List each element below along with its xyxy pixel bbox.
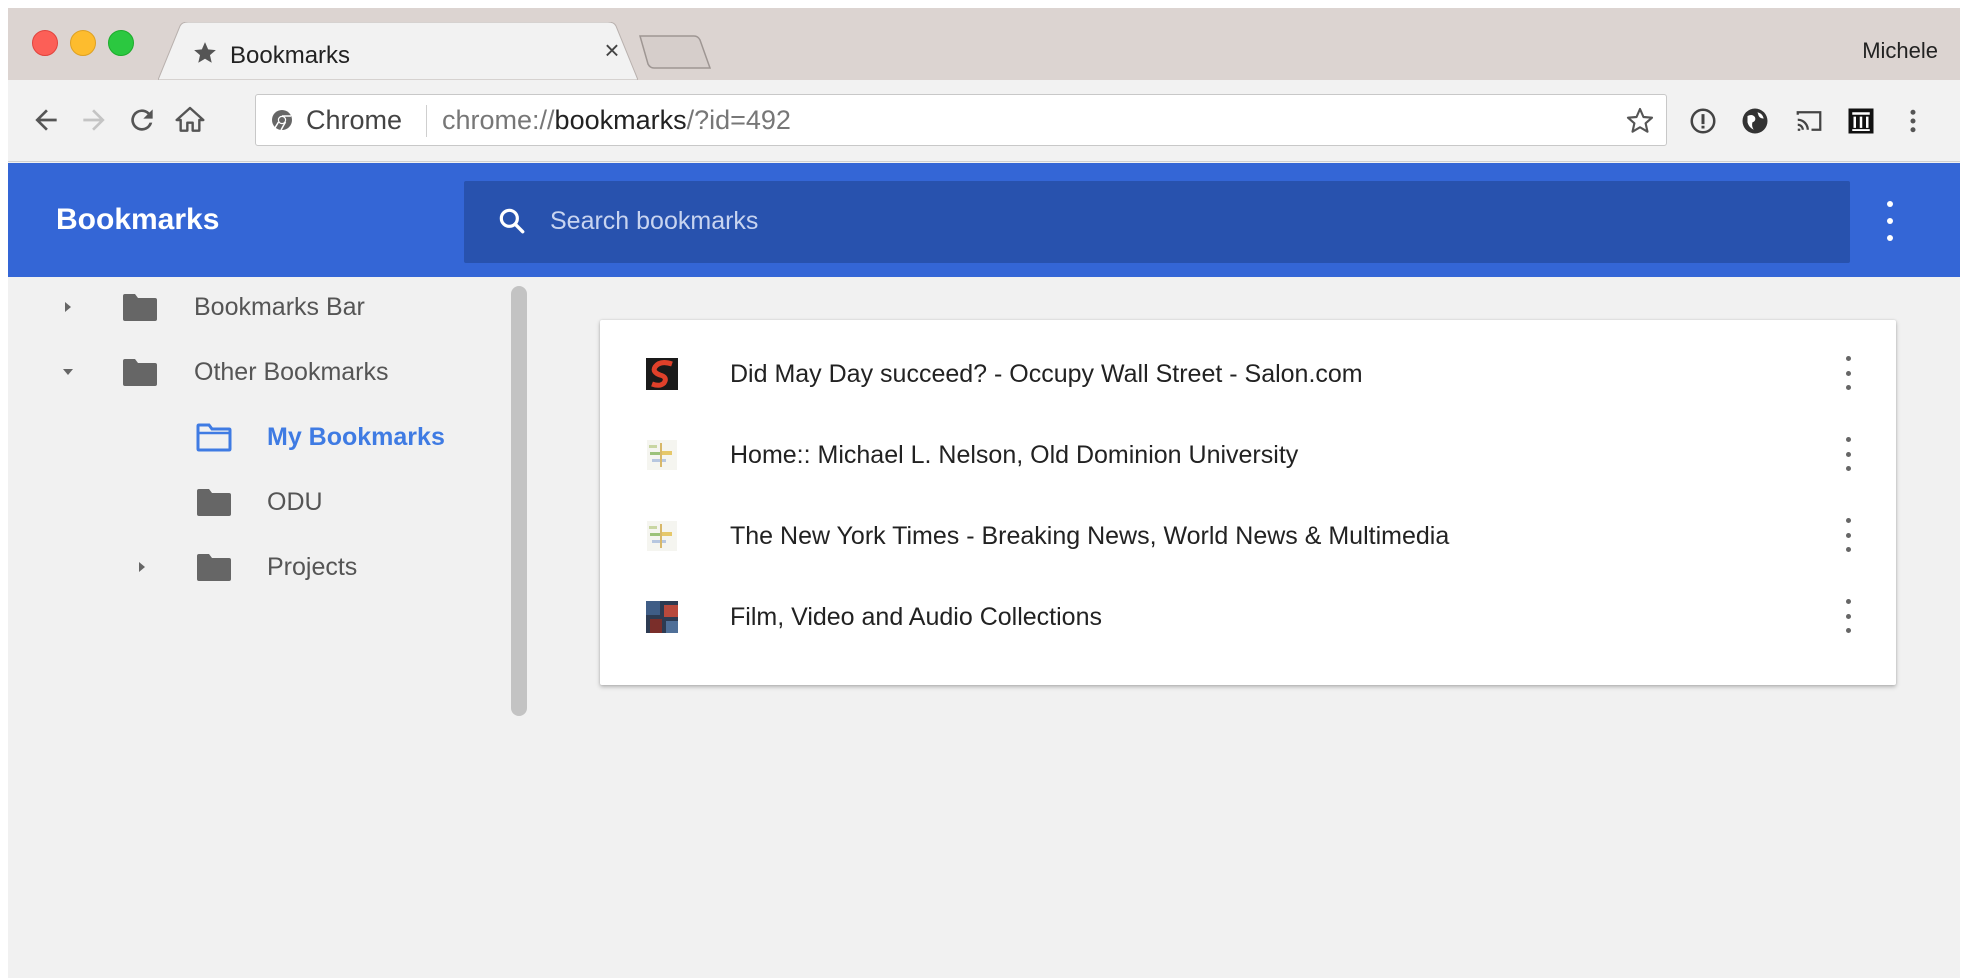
star-icon [194,42,216,63]
close-window-button[interactable] [32,30,58,56]
bookmark-title[interactable]: Did May Day succeed? - Occupy Wall Stree… [730,360,1363,389]
bookmark-menu-button[interactable] [1836,437,1860,471]
tree-item-my-bookmarks[interactable]: My Bookmarks [8,407,508,467]
bookmark-title[interactable]: The New York Times - Breaking News, Worl… [730,522,1449,551]
menu-dot [1845,466,1851,471]
bookmark-row[interactable]: Home:: Michael L. Nelson, Old Dominion U… [600,411,1896,492]
globe-extension-icon [1742,108,1768,134]
search-icon [499,208,525,234]
expand-right-icon[interactable] [134,559,150,575]
cast-icon [1796,111,1822,131]
info-extension-button[interactable] [1684,102,1722,140]
url-host: bookmarks [554,105,687,135]
salon-favicon-icon [646,358,678,390]
address-bar[interactable]: Chrome chrome://bookmarks/?id=492 [255,94,1667,146]
address-chip-label: Chrome [306,105,403,135]
home-icon [175,106,205,132]
browser-menu-button[interactable] [1894,102,1932,140]
folder-icon [197,489,231,516]
search-input[interactable] [550,199,1810,243]
url-scheme: chrome:// [442,105,555,135]
generic-page-favicon-icon [647,521,677,551]
menu-dot [1845,437,1851,442]
menu-dot [1887,201,1893,207]
tree-item-odu[interactable]: ODU [8,472,508,532]
tree-item-label: My Bookmarks [267,423,445,451]
folder-icon [197,554,231,581]
menu-dot [1845,385,1851,390]
folder-open-icon [196,423,232,452]
info-extension-icon [1690,108,1716,134]
arrow-left-icon [35,109,57,131]
bookmark-menu-button[interactable] [1836,518,1860,552]
bookmark-title[interactable]: Home:: Michael L. Nelson, Old Dominion U… [730,441,1298,470]
generic-page-favicon-icon [647,440,677,470]
bookmark-list: Did May Day succeed? - Occupy Wall Stree… [600,320,1896,685]
tree-item-label: Other Bookmarks [194,358,389,386]
new-tab-button[interactable] [638,32,712,72]
menu-dot [1845,518,1851,523]
reload-icon [131,109,153,131]
tree-item-label: Bookmarks Bar [194,293,365,321]
bookmark-star-icon[interactable] [1624,105,1656,137]
address-separator [426,105,427,137]
archive-collection-favicon-icon [646,601,678,633]
menu-dot [1845,599,1851,604]
app-menu-button[interactable] [1878,201,1902,241]
menu-dot [1887,235,1893,241]
tree-item-bookmarks-bar[interactable]: Bookmarks Bar [8,277,508,337]
folder-icon [123,294,157,321]
menu-dot [1845,451,1851,457]
bookmark-row[interactable]: Film, Video and Audio Collections [600,573,1896,654]
bookmark-row[interactable]: Did May Day succeed? - Occupy Wall Stree… [600,330,1896,411]
back-button[interactable] [26,100,66,140]
tab-close-icon[interactable]: × [598,36,626,64]
menu-dot [1845,356,1851,361]
title-bar: Bookmarks × Michele [8,8,1960,80]
cast-button[interactable] [1790,102,1828,140]
folder-tree: Bookmarks Bar Other Bookmarks My Bookmar… [8,277,528,717]
expand-down-icon[interactable] [60,364,76,380]
menu-dot [1845,370,1851,376]
chrome-logo-icon [272,110,292,131]
browser-toolbar: Chrome chrome://bookmarks/?id=492 [8,80,1960,162]
maximize-window-button[interactable] [108,30,134,56]
globe-extension-button[interactable] [1736,102,1774,140]
address-url[interactable]: chrome://bookmarks/?id=492 [442,105,791,136]
menu-dot [1845,547,1851,552]
more-vert-icon [1910,109,1916,133]
archive-extension-icon [1848,108,1874,134]
expand-right-icon[interactable] [60,299,76,315]
tab-title: Bookmarks [230,42,351,69]
minimize-window-button[interactable] [70,30,96,56]
bookmark-menu-button[interactable] [1836,599,1860,633]
tree-item-projects[interactable]: Projects [8,537,508,597]
tree-item-other-bookmarks[interactable]: Other Bookmarks [8,342,508,402]
menu-dot [1887,218,1893,224]
bookmark-row[interactable]: The New York Times - Breaking News, Worl… [600,492,1896,573]
bookmark-menu-button[interactable] [1836,356,1860,390]
folder-icon [123,359,157,386]
tree-item-label: ODU [267,488,323,516]
archive-extension-button[interactable] [1842,102,1880,140]
bookmark-title[interactable]: Film, Video and Audio Collections [730,603,1102,632]
tree-item-label: Projects [267,553,358,581]
browser-window: Bookmarks × Michele Chrome chrome://book… [8,8,1960,978]
reload-button[interactable] [122,100,162,140]
menu-dot [1845,613,1851,619]
tab-bookmarks[interactable]: Bookmarks × [158,22,638,80]
arrow-right-icon [83,109,105,131]
menu-dot [1845,628,1851,633]
bookmarks-header: Bookmarks [8,163,1960,277]
page-title: Bookmarks [56,203,220,236]
profile-name[interactable]: Michele [1862,38,1938,64]
sidebar-scrollbar[interactable] [511,286,527,716]
url-path: /?id=492 [686,105,791,135]
search-box[interactable] [464,181,1850,263]
menu-dot [1845,532,1851,538]
forward-button[interactable] [74,100,114,140]
home-button[interactable] [170,100,210,140]
